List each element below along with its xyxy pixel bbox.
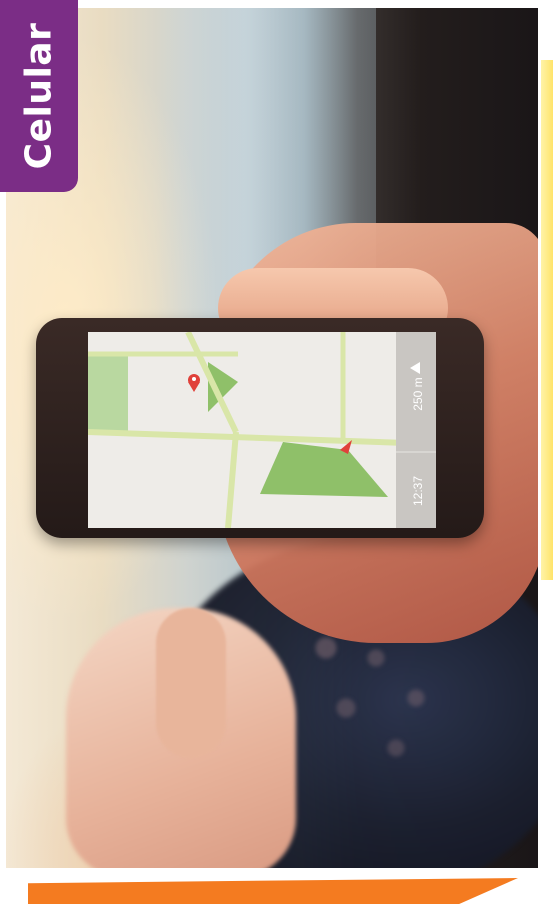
navigation-arrow-icon (410, 362, 420, 374)
map-park-area (88, 352, 128, 432)
left-hand-thumb (156, 608, 226, 758)
category-label: Celular (18, 22, 60, 170)
steering-wheel-buttons (306, 628, 466, 768)
page: 250 m 12:37 Celular (0, 0, 553, 911)
side-accent-bar (541, 60, 553, 580)
category-tab: Celular (0, 0, 78, 192)
map-view (88, 332, 436, 528)
time-label: 12:37 (411, 475, 425, 507)
phone-screen-map: 250 m 12:37 (88, 332, 436, 528)
bottom-accent-stripe (28, 878, 518, 904)
